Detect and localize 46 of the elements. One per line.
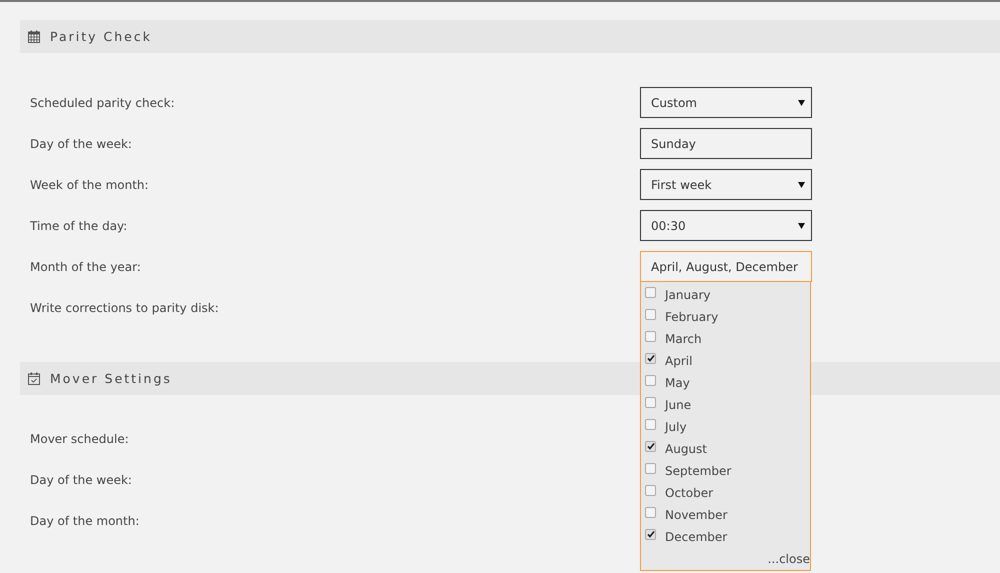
option-label[interactable]: June xyxy=(665,398,692,412)
checkbox[interactable] xyxy=(645,506,656,518)
field-label: Mover schedule: xyxy=(30,432,130,446)
option-label[interactable]: December xyxy=(665,530,728,544)
checkbox[interactable] xyxy=(645,330,656,342)
option-label[interactable]: August xyxy=(665,442,707,456)
option-label[interactable]: May xyxy=(665,376,690,390)
checkbox[interactable] xyxy=(645,374,656,386)
section-title: Parity Check xyxy=(50,29,152,44)
field-label: Day of the month: xyxy=(30,514,140,528)
option-label[interactable]: January xyxy=(665,288,710,302)
calendar-check-icon xyxy=(28,372,40,385)
option-label[interactable]: February xyxy=(665,310,718,324)
option-label[interactable]: April xyxy=(665,354,692,368)
caret-icon xyxy=(798,100,805,106)
field-label: Write corrections to parity disk: xyxy=(30,300,220,314)
select-field[interactable]: First week xyxy=(640,169,812,200)
checkbox[interactable] xyxy=(645,396,656,408)
calendar-icon xyxy=(28,30,40,43)
option-label[interactable]: November xyxy=(665,508,728,522)
field-label: Week of the month: xyxy=(30,178,150,192)
field-label: Day of the week: xyxy=(30,136,133,150)
checkbox[interactable] xyxy=(645,462,656,474)
select-field[interactable]: Custom xyxy=(640,87,812,118)
field-label: Time of the day: xyxy=(30,218,128,232)
input-field[interactable]: Sunday xyxy=(640,128,812,159)
field-label: Day of the week: xyxy=(30,472,133,486)
checkbox[interactable] xyxy=(645,308,656,320)
checkbox[interactable] xyxy=(645,352,656,364)
checkbox[interactable] xyxy=(645,418,656,430)
option-label[interactable]: October xyxy=(665,486,714,500)
section-title: Mover Settings xyxy=(50,371,172,386)
option-label[interactable]: March xyxy=(665,332,702,346)
field-label: Scheduled parity check: xyxy=(30,96,176,110)
option-label[interactable]: September xyxy=(665,464,732,478)
select-field[interactable]: 00:30 xyxy=(640,210,812,241)
caret-icon xyxy=(798,222,805,228)
checkbox[interactable] xyxy=(645,286,656,298)
option-label[interactable]: July xyxy=(665,420,687,434)
checkbox[interactable] xyxy=(645,484,656,496)
caret-icon xyxy=(798,182,805,188)
checkbox[interactable] xyxy=(645,528,656,540)
multi-select-field[interactable]: April, August, December xyxy=(640,251,812,282)
close-link[interactable]: ...close xyxy=(768,552,810,566)
field-label: Month of the year: xyxy=(30,260,142,274)
checkbox[interactable] xyxy=(645,440,656,452)
